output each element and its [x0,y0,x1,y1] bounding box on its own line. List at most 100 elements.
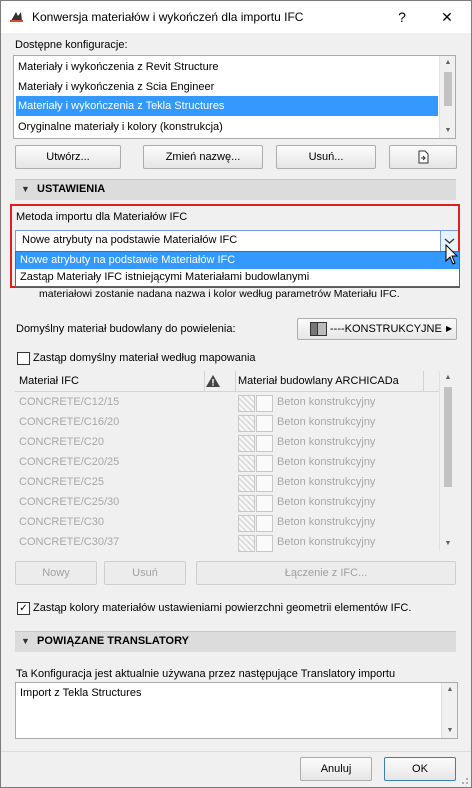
list-item[interactable]: Import z Tekla Structures [18,683,440,703]
configurations-list[interactable]: Materiały i wykończenia z Revit Structur… [13,55,456,139]
app-icon [9,9,24,24]
surface-swatch-icon [256,435,273,452]
hatch-pattern-icon [238,395,255,412]
archicad-material-cell: Beton konstrukcyjny [277,456,376,468]
list-item[interactable]: Oryginalne materiały i kolory (konstrukc… [16,117,438,137]
surface-swatch-icon [256,515,273,532]
table-row[interactable]: CONCRETE/C25/30 Beton konstrukcyjny [15,493,439,513]
surface-swatch-icon [256,535,273,552]
archicad-material-cell: Beton konstrukcyjny [277,416,376,428]
resize-grip-icon[interactable] [457,773,469,785]
table-row[interactable]: CONCRETE/C30 Beton konstrukcyjny [15,513,439,533]
method-description: materiałowi zostanie nadana nazwa i kolo… [39,288,400,300]
list-item[interactable]: Materiały i wykończenia z Scia Engineer [16,77,438,97]
scroll-thumb[interactable] [444,72,452,106]
table-row[interactable]: CONCRETE/C20/25 Beton konstrukcyjny [15,453,439,473]
list-item-selected[interactable]: Materiały i wykończenia z Tekla Structur… [16,96,438,116]
hatch-pattern-icon [238,415,255,432]
table-row[interactable]: CONCRETE/C20 Beton konstrukcyjny [15,433,439,453]
scroll-thumb[interactable] [444,387,452,487]
ifc-material-cell: CONCRETE/C16/20 [19,416,120,428]
chevron-right-icon: ▶ [446,324,453,333]
window-title: Konwersja materiałów i wykończeń dla imp… [32,10,304,24]
delete-row-button[interactable]: Usuń [104,561,186,585]
surface-swatch-icon [256,395,273,412]
hatch-pattern-icon [238,435,255,452]
dropdown-option-replace[interactable]: Zastąp Materiały IFC istniejącymi Materi… [16,269,459,286]
archicad-material-cell: Beton konstrukcyjny [277,396,376,408]
help-button[interactable]: ? [380,5,424,29]
hatch-pattern-icon [238,535,255,552]
ifc-material-cell: CONCRETE/C12/15 [19,396,120,408]
translators-section-header[interactable]: ▼ POWIĄZANE TRANSLATORY [15,631,456,652]
title-bar: Konwersja materiałów i wykończeń dla imp… [1,1,471,33]
footer-divider [1,751,471,752]
collapse-triangle-icon: ▼ [21,636,30,646]
surface-swatch-icon [256,455,273,472]
export-config-button[interactable] [389,145,457,169]
scroll-down-icon[interactable]: ▼ [442,724,457,738]
mouse-cursor-icon [445,244,459,265]
ifc-material-cell: CONCRETE/C30/37 [19,536,120,548]
default-material-select[interactable]: ----KONSTRUKCYJNE ▶ [297,318,457,340]
rename-button[interactable]: Zmień nazwę... [143,145,263,169]
table-row[interactable]: CONCRETE/C25 Beton konstrukcyjny [15,473,439,493]
import-method-value: Nowe atrybuty na podstawie Materiałów IF… [22,234,238,246]
list-item[interactable]: Materiały i wykończenia z Revit Structur… [16,57,438,77]
hatch-pattern-icon [238,475,255,492]
hatch-pattern-icon [238,515,255,532]
import-method-select[interactable]: Nowe atrybuty na podstawie Materiałów IF… [15,230,458,252]
translators-scrollbar[interactable]: ▲ ▼ [441,683,457,738]
column-header-ifc: Materiał IFC [19,375,79,387]
ifc-material-cell: CONCRETE/C20/25 [19,456,120,468]
surface-swatch-icon [256,475,273,492]
table-scrollbar[interactable]: ▲ ▼ [439,371,456,551]
ifc-material-cell: CONCRETE/C25/30 [19,496,120,508]
scroll-up-icon[interactable]: ▲ [440,56,455,70]
warning-icon [206,375,220,387]
close-button[interactable]: ✕ [425,5,469,29]
replace-default-label: Zastąp domyślny materiał według mapowani… [33,352,256,364]
delete-config-button[interactable]: Usuń... [276,145,376,169]
ifc-material-cell: CONCRETE/C25 [19,476,104,488]
default-material-label: Domyślny materiał budowlany do powieleni… [16,323,236,335]
join-ifc-button[interactable]: Łączenie z IFC... [196,561,456,585]
scroll-up-icon[interactable]: ▲ [442,683,457,697]
ifc-material-cell: CONCRETE/C20 [19,436,104,448]
settings-section-header[interactable]: ▼ USTAWIENIA [15,179,456,200]
archicad-material-cell: Beton konstrukcyjny [277,496,376,508]
translators-list[interactable]: Import z Tekla Structures ▲ ▼ [15,682,458,739]
new-row-button[interactable]: Nowy [15,561,97,585]
ok-button[interactable]: OK [384,757,456,781]
archicad-material-cell: Beton konstrukcyjny [277,436,376,448]
column-header-archicad: Materiał budowlany ARCHICADa [238,375,399,387]
archicad-material-cell: Beton konstrukcyjny [277,516,376,528]
document-export-icon [418,150,429,164]
table-row[interactable]: CONCRETE/C12/15 Beton konstrukcyjny [15,393,439,413]
scroll-down-icon[interactable]: ▼ [440,537,456,551]
archicad-material-cell: Beton konstrukcyjny [277,476,376,488]
collapse-triangle-icon: ▼ [21,184,30,194]
dropdown-option-new-attributes[interactable]: Nowe atrybuty na podstawie Materiałów IF… [16,252,459,269]
scroll-down-icon[interactable]: ▼ [440,124,455,138]
scroll-up-icon[interactable]: ▲ [440,371,456,385]
import-method-dropdown: Nowe atrybuty na podstawie Materiałów IF… [15,251,460,287]
table-header: Materiał IFC Materiał budowlany ARCHICAD… [15,371,439,392]
hatch-pattern-icon [238,495,255,512]
hatch-pattern-icon [238,455,255,472]
settings-header-label: USTAWIENIA [37,183,106,195]
override-colors-checkbox[interactable]: ✓ [17,602,30,615]
table-row[interactable]: CONCRETE/C30/37 Beton konstrukcyjny [15,533,439,553]
override-colors-label: Zastąp kolory materiałów ustawieniami po… [33,602,412,614]
table-row[interactable]: CONCRETE/C16/20 Beton konstrukcyjny [15,413,439,433]
surface-swatch-icon [256,415,273,432]
default-material-value: ----KONSTRUKCYJNE [330,323,442,335]
replace-default-checkbox[interactable] [17,352,30,365]
cancel-button[interactable]: Anuluj [300,757,372,781]
create-button[interactable]: Utwórz... [15,145,121,169]
surface-swatch-icon [256,495,273,512]
translators-header-label: POWIĄZANE TRANSLATORY [37,635,189,647]
configurations-label: Dostępne konfiguracje: [15,39,128,51]
configurations-scrollbar[interactable]: ▲ ▼ [439,56,455,138]
mapping-table: Materiał IFC Materiał budowlany ARCHICAD… [15,371,456,553]
